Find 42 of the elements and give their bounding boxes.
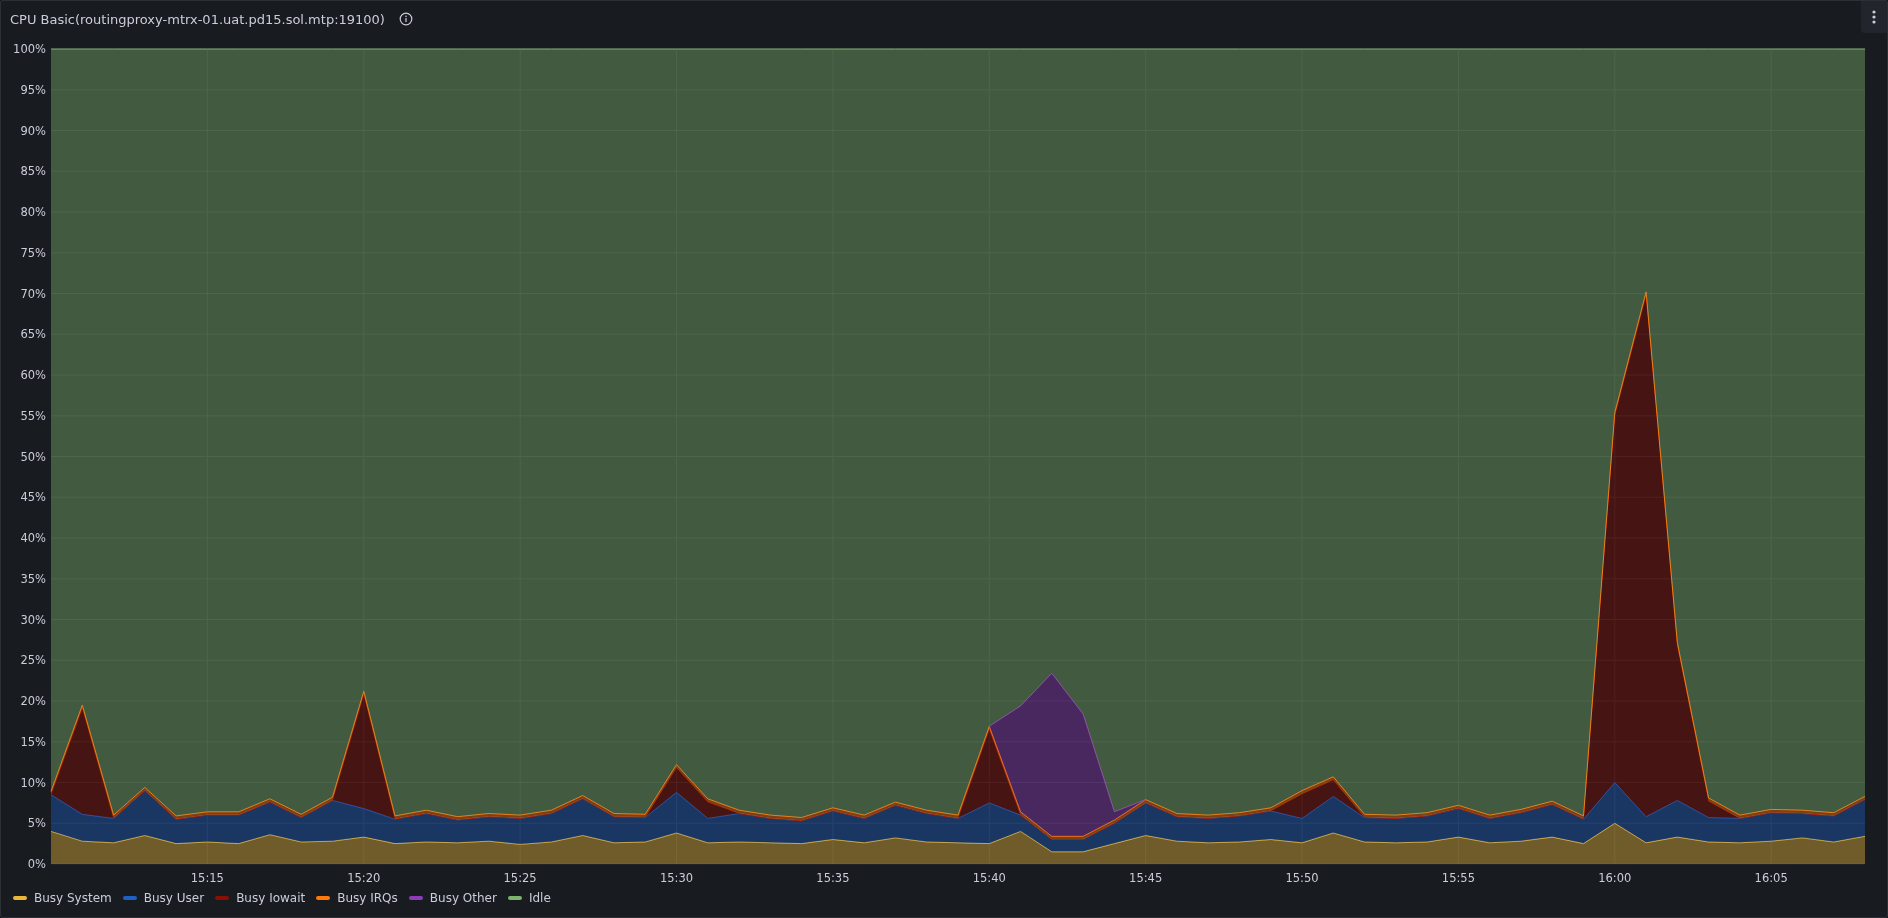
y-axis-label: 55%: [20, 408, 46, 423]
x-axis-label: 15:45: [1129, 871, 1163, 885]
x-axis-label: 15:15: [190, 871, 224, 885]
x-axis-label: 15:50: [1285, 871, 1319, 885]
y-axis-label: 85%: [20, 164, 46, 179]
legend-label[interactable]: Idle: [528, 891, 551, 905]
x-axis-label: 15:30: [659, 871, 694, 885]
x-axis-label: 15:20: [347, 871, 381, 885]
y-axis-label: 80%: [20, 205, 46, 219]
legend-label[interactable]: Busy IRQs: [337, 891, 398, 905]
y-axis-label: 40%: [20, 531, 46, 545]
x-axis-label: 15:25: [503, 871, 537, 885]
y-axis-label: 45%: [20, 490, 46, 505]
y-axis-label: 35%: [20, 571, 46, 586]
info-icon[interactable]: [398, 12, 413, 26]
x-axis-label: 15:35: [816, 871, 850, 885]
legend-label[interactable]: Busy Iowait: [236, 891, 306, 905]
y-axis-label: 15%: [20, 734, 46, 749]
y-axis-label: 75%: [20, 245, 46, 260]
legend-label[interactable]: Busy User: [143, 891, 205, 905]
y-axis-label: 65%: [20, 327, 46, 342]
x-axis-label: 16:00: [1598, 871, 1632, 885]
vertical-dots-icon: [1872, 10, 1876, 24]
legend-label[interactable]: Busy System: [34, 891, 112, 905]
y-axis-label: 50%: [20, 449, 46, 464]
y-axis-label: 30%: [20, 612, 46, 627]
y-axis-label: 5%: [27, 816, 46, 831]
y-axis-label: 25%: [20, 653, 46, 668]
x-axis-label: 15:40: [972, 871, 1006, 885]
y-axis-label: 90%: [20, 123, 46, 138]
y-axis-label: 60%: [20, 368, 46, 382]
y-axis-label: 95%: [20, 82, 46, 97]
panel-title: CPU Basic(routingproxy-mtrx-01.uat.pd15.sol.mtp:19100): [10, 11, 385, 27]
x-axis-label: 15:55: [1441, 871, 1475, 885]
legend-label[interactable]: Busy Other: [429, 891, 497, 905]
y-axis-label: 20%: [20, 694, 46, 708]
x-axis-label: 16:05: [1754, 871, 1788, 885]
y-axis-label: 0%: [27, 857, 46, 871]
menu-button[interactable]: [1861, 1, 1887, 33]
y-axis-label: 70%: [20, 286, 46, 301]
y-axis-label: 10%: [20, 775, 46, 790]
y-axis-label: 100%: [13, 42, 46, 56]
